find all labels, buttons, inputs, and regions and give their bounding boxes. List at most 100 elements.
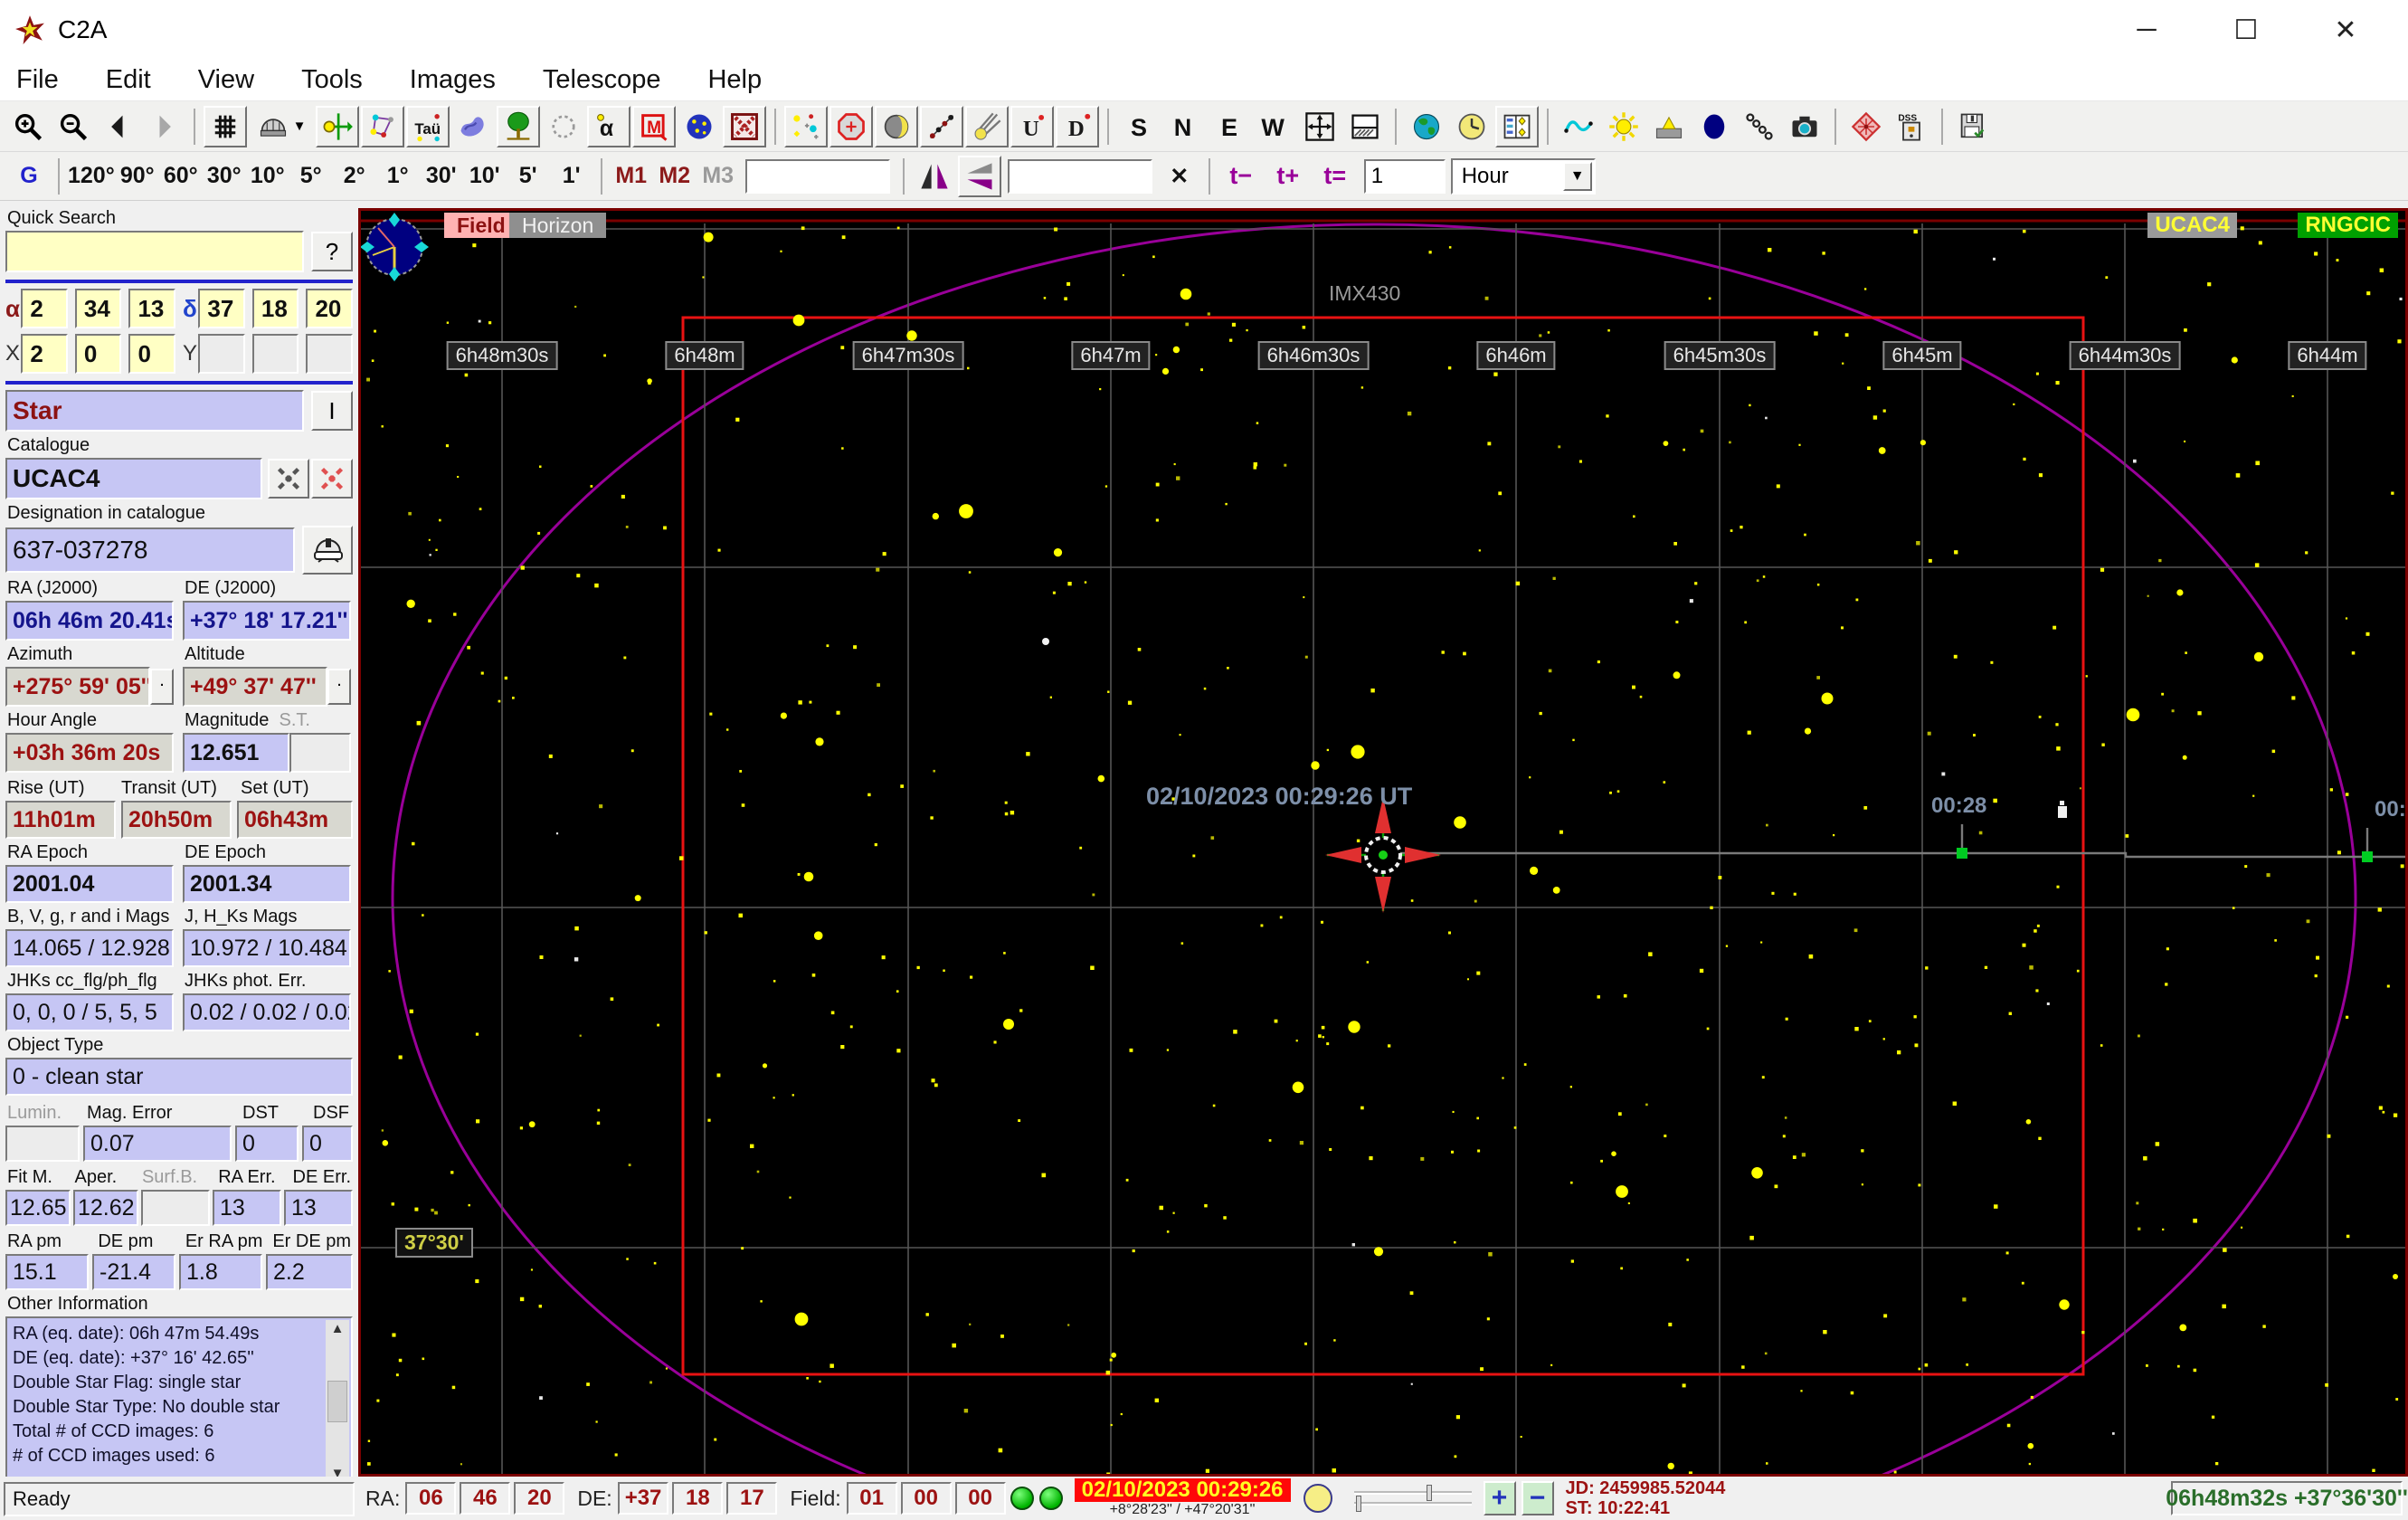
time-plus-button[interactable]: t+ (1265, 162, 1312, 190)
azimuth-option-button[interactable]: . (150, 669, 174, 705)
altitude-option-button[interactable]: . (327, 669, 351, 705)
time-minus-button[interactable]: t− (1218, 162, 1265, 190)
menu-file[interactable]: File (16, 65, 59, 95)
slider-track-1[interactable] (1353, 1485, 1472, 1501)
de-s-box[interactable]: 17 (726, 1482, 778, 1515)
asteroids-button[interactable] (920, 105, 963, 147)
search-input[interactable] (744, 158, 890, 194)
fov-30m-button[interactable]: 30' (421, 157, 462, 195)
fov-10m-button[interactable]: 10' (464, 157, 506, 195)
menu-edit[interactable]: Edit (106, 65, 151, 95)
star-names-button[interactable]: Taü (406, 105, 450, 147)
slider-track-2[interactable] (1353, 1496, 1472, 1512)
fov-5-button[interactable]: 5° (290, 157, 332, 195)
cardinal-south-button[interactable]: S (1117, 106, 1161, 147)
save-config-button[interactable] (1951, 106, 1995, 147)
cardinal-west-button[interactable]: W (1253, 106, 1296, 147)
sky-chart[interactable]: Field Horizon UCAC4 RNGCIC 6h48m30s 6h48… (358, 208, 2408, 1477)
designation-field[interactable]: 637-037278 (5, 527, 295, 573)
time-unit-dropdown-icon[interactable]: ▼ (1562, 161, 1592, 191)
ra-h-box[interactable]: 06 (405, 1482, 457, 1515)
dome-button[interactable]: ▼ (249, 106, 314, 147)
scroll-down-icon[interactable]: ▼ (331, 1465, 345, 1477)
fov-90-button[interactable]: 90° (117, 157, 158, 195)
cardinal-north-button[interactable]: N (1162, 106, 1206, 147)
fov-circle-button[interactable] (542, 106, 585, 147)
time-backward-button[interactable]: − (1521, 1481, 1554, 1515)
constellations-button[interactable] (361, 105, 404, 147)
y1-input[interactable] (198, 334, 245, 374)
back-button[interactable] (97, 106, 140, 147)
time-unit-select[interactable]: Hour ▼ (1450, 157, 1596, 195)
minimize-button[interactable]: ─ (2126, 14, 2167, 46)
tab-horizon[interactable]: Horizon (509, 213, 607, 238)
messier-catalog-button[interactable]: M (632, 105, 676, 147)
slider-handle-2[interactable] (1356, 1496, 1362, 1512)
x3-input[interactable]: 0 (128, 334, 175, 374)
sun-button[interactable] (1602, 106, 1645, 147)
center-target-button[interactable] (316, 105, 359, 147)
x1-input[interactable]: 2 (21, 334, 68, 374)
earth-map-button[interactable] (1405, 106, 1448, 147)
time-sliders[interactable] (1353, 1484, 1472, 1513)
time-set-button[interactable]: t= (1312, 162, 1359, 190)
horizon-tree-button[interactable] (497, 105, 540, 147)
alpha-h-input[interactable]: 2 (21, 289, 68, 328)
alpha-m-input[interactable]: 34 (74, 289, 122, 328)
twilight-button[interactable] (1647, 106, 1691, 147)
greek-letters-button[interactable]: α (587, 105, 630, 147)
ra-s-box[interactable]: 20 (514, 1482, 565, 1515)
night-mode-button[interactable] (1692, 106, 1736, 147)
catalog-crosses-button[interactable] (723, 105, 766, 147)
fov-120-button[interactable]: 120° (68, 157, 115, 195)
marker-m3-button[interactable]: M3 (697, 157, 739, 195)
fov-60-button[interactable]: 60° (160, 157, 202, 195)
delta-d-input[interactable]: 37 (198, 289, 245, 328)
marker-m2-button[interactable]: M2 (654, 157, 696, 195)
marker-m1-button[interactable]: M1 (611, 157, 652, 195)
grid-button[interactable] (204, 105, 247, 147)
stars-display-button[interactable] (784, 105, 828, 147)
cardinal-east-button[interactable]: E (1208, 106, 1251, 147)
general-view-button[interactable]: G (8, 157, 50, 195)
moon-phase-button[interactable] (875, 105, 918, 147)
scroll-thumb[interactable] (327, 1381, 347, 1422)
menu-view[interactable]: View (198, 65, 254, 95)
comets-button[interactable] (965, 105, 1009, 147)
clock-button[interactable] (1450, 106, 1493, 147)
field-d-box[interactable]: 01 (846, 1482, 897, 1515)
dwarf-planets-button[interactable]: D (1056, 105, 1099, 147)
camera-button[interactable] (1783, 106, 1826, 147)
alpha-s-input[interactable]: 13 (128, 289, 175, 328)
fov-10-button[interactable]: 10° (247, 157, 289, 195)
dotted-chain-button[interactable] (1738, 106, 1781, 147)
deep-sky-catalog-button[interactable] (678, 106, 721, 147)
menu-telescope[interactable]: Telescope (543, 65, 661, 95)
ra-m-box[interactable]: 46 (460, 1482, 511, 1515)
side-panels-button[interactable] (1495, 105, 1539, 147)
time-step-input[interactable]: 1 (1363, 158, 1446, 194)
ccd-frame-button[interactable] (1844, 106, 1888, 147)
goto-telescope-button[interactable] (302, 526, 353, 575)
scroll-up-icon[interactable]: ▲ (331, 1320, 345, 1338)
milky-way-button[interactable] (451, 106, 495, 147)
solar-system-button[interactable] (830, 105, 873, 147)
fov-1m-button[interactable]: 1' (551, 157, 593, 195)
maximize-button[interactable]: ☐ (2225, 14, 2267, 46)
zoom-out-button[interactable] (52, 106, 95, 147)
below-horizon-button[interactable] (1343, 106, 1387, 147)
fov-5m-button[interactable]: 5' (507, 157, 549, 195)
y3-input[interactable] (306, 334, 353, 374)
flip-vertical-button[interactable] (957, 155, 1001, 197)
field-s-box[interactable]: 00 (954, 1482, 1006, 1515)
dss-button[interactable]: DSS (1890, 106, 1933, 147)
previous-catalog-button[interactable] (268, 459, 309, 499)
info-scrollbar[interactable]: ▲ ▼ (326, 1320, 349, 1477)
pan-view-button[interactable] (1298, 106, 1341, 147)
time-forward-button[interactable]: + (1483, 1481, 1516, 1515)
uranus-button[interactable]: U (1010, 105, 1054, 147)
quick-search-input[interactable] (5, 231, 304, 272)
clear-search-button[interactable]: ✕ (1159, 157, 1200, 195)
menu-tools[interactable]: Tools (301, 65, 363, 95)
fov-1-button[interactable]: 1° (377, 157, 419, 195)
